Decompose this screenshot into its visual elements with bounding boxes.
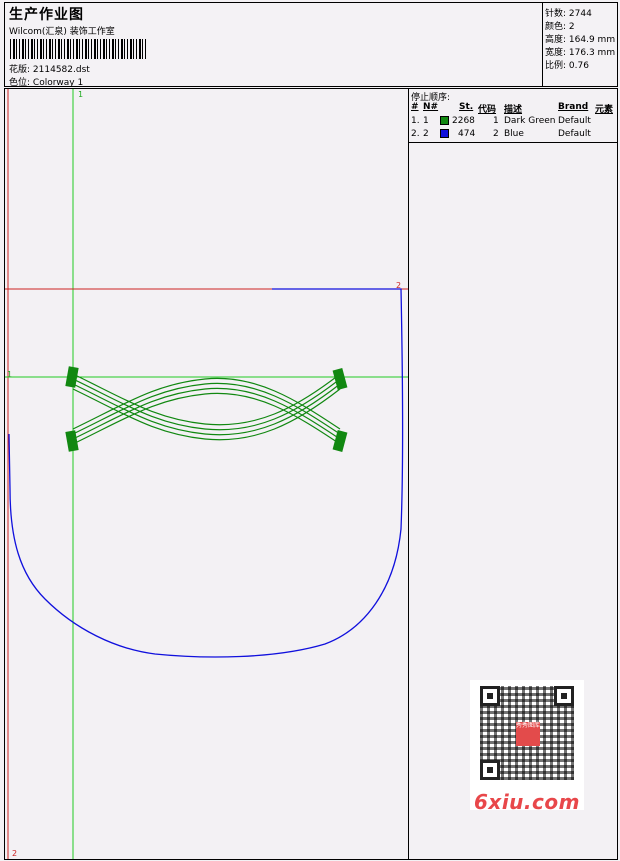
stat-colors: 颜色: 2 [545, 22, 575, 32]
col-header-code: 代码 [478, 105, 497, 115]
col-header-desc: 描述 [504, 105, 523, 115]
guide-label-h1: 1 [7, 370, 13, 379]
row2-desc: Blue [504, 129, 524, 139]
guide-label-v2: 2 [12, 849, 18, 858]
header-divider [542, 3, 543, 86]
row1-desc: Dark Green [504, 116, 556, 126]
row2-n: 2 [423, 129, 429, 139]
row2-code: 2 [493, 129, 499, 139]
colorway-label: 色位: [9, 78, 31, 88]
design-canvas: 1 1 2 2 [4, 88, 409, 860]
pocket-outline-blue [8, 288, 404, 658]
stat-height: 高度: 164.9 mm [545, 35, 616, 45]
colorway-value: Colorway 1 [32, 78, 84, 88]
guide-label-v1: 1 [78, 90, 84, 99]
row1-code: 1 [493, 116, 499, 126]
qr-code: 秀秀图库 [480, 686, 574, 780]
col-header-stitches: St. [459, 102, 474, 112]
row2-stitches: 474 [458, 129, 476, 139]
header-block: 生产作业图 Wilcom(汇泉) 装饰工作室 花版: 2114582.dst 色… [4, 2, 618, 88]
design-drawing [5, 89, 408, 859]
design-file-label: 花版: [9, 65, 31, 75]
row1-num: 1. [411, 116, 420, 126]
stat-width: 宽度: 176.3 mm [545, 48, 616, 58]
row1-color-swatch [440, 116, 449, 125]
colorway-line: 色位: Colorway 1 [9, 75, 83, 88]
embroidery-green [72, 373, 341, 445]
qr-finder-top-left [480, 686, 500, 706]
row2-num: 2. [411, 129, 420, 139]
row1-stitches: 2268 [452, 116, 475, 126]
qr-logo: 秀秀图库 [516, 722, 540, 746]
qr-finder-top-right [554, 686, 574, 706]
col-header-n: N# [423, 102, 439, 112]
design-file-line: 花版: 2114582.dst [9, 62, 90, 75]
row1-n: 1 [423, 116, 429, 126]
col-header-element: 元素 [595, 105, 614, 115]
design-file-value: 2114582.dst [32, 65, 90, 75]
row2-brand: Default [558, 129, 591, 139]
barcode [10, 39, 146, 59]
row2-color-swatch [440, 129, 449, 138]
stat-scale: 比例: 0.76 [545, 61, 589, 71]
watermark-text: 6xiu.com [474, 790, 580, 814]
panel-divider [409, 142, 617, 143]
col-header-brand: Brand [558, 102, 589, 112]
page-title: 生产作业图 [9, 7, 84, 23]
stat-stitches: 针数: 2744 [545, 9, 592, 19]
qr-finder-bottom-left [480, 760, 500, 780]
guide-label-h2: 2 [396, 281, 402, 290]
row1-brand: Default [558, 116, 591, 126]
software-name: Wilcom(汇泉) 装饰工作室 [9, 27, 115, 37]
col-header-num: # [411, 102, 419, 112]
